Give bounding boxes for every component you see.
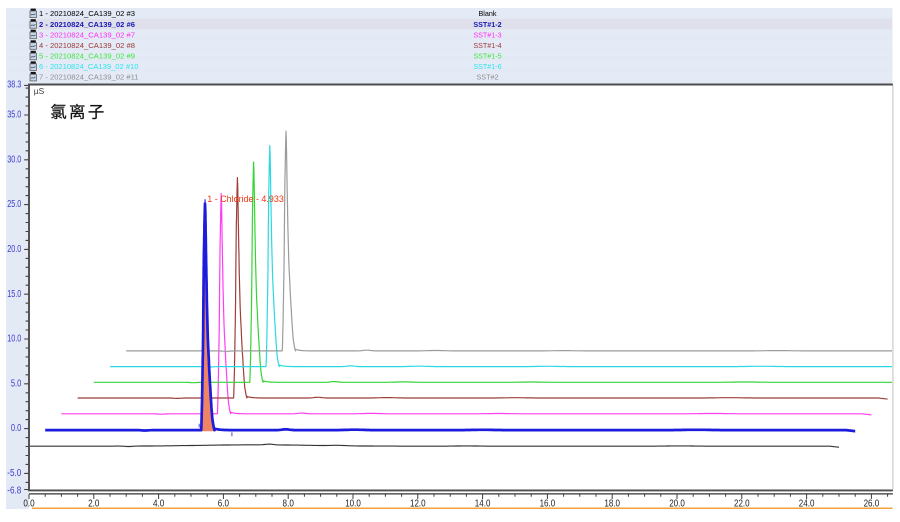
svg-text:15.0: 15.0 xyxy=(7,289,21,300)
svg-text:SST#1-6: SST#1-6 xyxy=(473,62,501,71)
svg-text:25.0: 25.0 xyxy=(7,199,21,210)
svg-text:-6.8: -6.8 xyxy=(7,486,21,497)
svg-text:5.0: 5.0 xyxy=(11,378,22,389)
svg-text:35.0: 35.0 xyxy=(7,110,21,121)
svg-text:-5.0: -5.0 xyxy=(7,468,21,479)
svg-text:30.0: 30.0 xyxy=(7,154,21,165)
svg-text:SST#2: SST#2 xyxy=(477,73,499,82)
svg-text:6 - 20210824_CA139_02 #10: 6 - 20210824_CA139_02 #10 xyxy=(39,62,139,71)
svg-text:5 - 20210824_CA139_02 #9: 5 - 20210824_CA139_02 #9 xyxy=(39,51,135,60)
svg-text:2 - 20210824_CA139_02 #6: 2 - 20210824_CA139_02 #6 xyxy=(39,20,135,29)
svg-text:3 - 20210824_CA139_02 #7: 3 - 20210824_CA139_02 #7 xyxy=(39,30,135,39)
svg-text:SST#1-5: SST#1-5 xyxy=(473,51,501,60)
svg-text:7 - 20210824_CA139_02 #11: 7 - 20210824_CA139_02 #11 xyxy=(39,73,139,82)
svg-text:38.3: 38.3 xyxy=(7,79,21,90)
svg-text:SST#1-2: SST#1-2 xyxy=(473,20,501,29)
svg-text:µS: µS xyxy=(34,86,45,96)
svg-text:SST#1-4: SST#1-4 xyxy=(473,41,501,50)
svg-text:1 - 20210824_CA139_02 #3: 1 - 20210824_CA139_02 #3 xyxy=(39,9,135,18)
svg-text:Blank: Blank xyxy=(479,9,497,18)
svg-text:20.0: 20.0 xyxy=(7,244,21,255)
svg-text:1 - Chloride - 4.933: 1 - Chloride - 4.933 xyxy=(207,194,283,204)
svg-text:SST#1-3: SST#1-3 xyxy=(473,30,501,39)
svg-text:10.0: 10.0 xyxy=(7,334,21,345)
svg-text:4 - 20210824_CA139_02 #8: 4 - 20210824_CA139_02 #8 xyxy=(39,41,135,50)
svg-text:0.0: 0.0 xyxy=(11,423,22,434)
